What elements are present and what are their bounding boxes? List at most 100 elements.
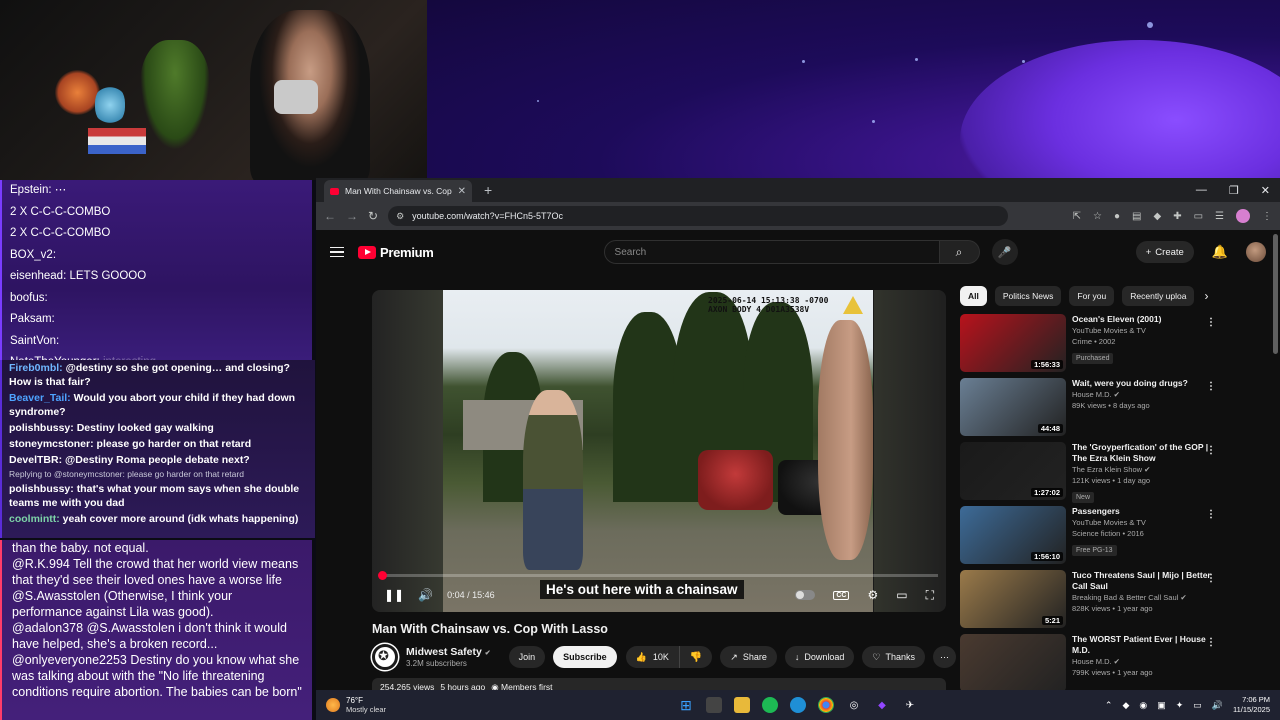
recommendation-item[interactable]: 1:27:02 The 'Groyperfication' of the GOP … [960, 442, 1220, 503]
close-window-icon[interactable]: ✕ [1261, 184, 1270, 197]
join-button[interactable]: Join [508, 646, 546, 668]
close-tab-icon[interactable]: ✕ [458, 186, 466, 197]
captions-icon[interactable]: CC [833, 590, 850, 600]
back-icon[interactable]: ← [324, 209, 336, 223]
network-icon[interactable]: ▭ [1193, 700, 1202, 711]
clock[interactable]: 7:06 PM 11/15/2025 [1233, 695, 1270, 715]
maximize-icon[interactable]: ❐ [1229, 184, 1239, 197]
obs-icon[interactable]: ◎ [846, 697, 862, 713]
site-info-icon[interactable]: ⚙ [396, 211, 404, 222]
more-options-icon[interactable]: ⋮ [1206, 381, 1216, 392]
video-thumbnail[interactable]: 1:56:33 [960, 314, 1066, 372]
more-options-icon[interactable]: ⋮ [1206, 445, 1216, 456]
minimize-icon[interactable]: — [1196, 184, 1207, 197]
reading-list-icon[interactable]: ☰ [1215, 211, 1224, 222]
tray-app-icon[interactable]: ▣ [1157, 700, 1166, 711]
tray-app-icon[interactable]: ◉ [1139, 700, 1147, 711]
chevron-right-icon[interactable]: › [1204, 289, 1208, 303]
file-explorer-icon[interactable] [734, 697, 750, 713]
bookmark-star-icon[interactable]: ☆ [1093, 211, 1102, 222]
duration-badge: 1:56:33 [1031, 360, 1063, 369]
url-text: youtube.com/watch?v=FHCn5-5T7Oc [412, 211, 563, 221]
chip-for-you[interactable]: For you [1069, 286, 1115, 306]
create-button[interactable]: + Create [1135, 241, 1194, 263]
search-input[interactable] [614, 246, 939, 258]
extension-icon[interactable]: ◆ [1153, 211, 1161, 222]
notifications-bell-icon[interactable]: 🔔 [1212, 244, 1228, 260]
thanks-button[interactable]: ♡ Thanks [862, 646, 925, 668]
menu-icon[interactable]: ⋮ [1262, 211, 1272, 222]
theater-mode-icon[interactable]: ▭ [896, 588, 907, 602]
progress-bar[interactable] [378, 571, 938, 580]
video-thumbnail[interactable]: 44:48 [960, 378, 1066, 436]
twitch-icon[interactable]: ◆ [874, 697, 890, 713]
pause-icon[interactable]: ❚❚ [384, 588, 404, 602]
video-thumbnail[interactable] [960, 634, 1066, 690]
more-options-icon[interactable]: ⋮ [1206, 637, 1216, 648]
edge-icon[interactable] [790, 697, 806, 713]
voice-search-icon[interactable]: 🎤 [991, 239, 1018, 265]
forward-icon[interactable]: → [346, 209, 358, 223]
subscribe-button[interactable]: Subscribe [553, 646, 617, 668]
recommendation-title[interactable]: The WORST Patient Ever | House M.D. [1072, 634, 1220, 656]
dislike-button[interactable]: 👎 [680, 646, 712, 668]
profile-avatar-icon[interactable] [1236, 209, 1250, 223]
volume-tray-icon[interactable]: 🔊 [1212, 700, 1223, 711]
more-options-icon[interactable]: ⋮ [1206, 509, 1216, 520]
reload-icon[interactable]: ↻ [368, 209, 378, 223]
recommendation-title[interactable]: Tuco Threatens Saul | Mijo | Better Call… [1072, 570, 1220, 592]
tray-app-icon[interactable]: ✦ [1176, 700, 1184, 711]
recommendation-title[interactable]: Ocean's Eleven (2001) [1072, 314, 1220, 325]
puzzle-icon[interactable]: ✚ [1173, 211, 1181, 222]
tray-app-icon[interactable]: ◆ [1122, 700, 1129, 711]
description-box[interactable]: 254,265 views 5 hours ago ◉ Members firs… [372, 678, 946, 690]
like-button[interactable]: 👍 10K [626, 646, 680, 668]
youtube-logo[interactable]: Premium [358, 245, 434, 260]
autoplay-toggle[interactable] [795, 590, 816, 600]
recommendation-item[interactable]: 5:21 Tuco Threatens Saul | Mijo | Better … [960, 570, 1220, 628]
show-hidden-icons[interactable]: ⌃ [1105, 700, 1113, 711]
video-thumbnail[interactable]: 1:27:02 [960, 442, 1066, 500]
chat-username: SaintVon: [10, 334, 60, 347]
chrome-icon[interactable] [818, 697, 834, 713]
new-tab-icon[interactable]: + [484, 182, 492, 198]
recommendation-item[interactable]: 44:48 Wait, were you doing drugs? House M.… [960, 378, 1220, 436]
install-icon[interactable]: ⇱ [1073, 211, 1081, 222]
recommendation-title[interactable]: Wait, were you doing drugs? [1072, 378, 1220, 389]
chip-politics-news[interactable]: Politics News [994, 286, 1062, 306]
video-thumbnail[interactable]: 1:56:10 [960, 506, 1066, 564]
extension-icon[interactable]: ▤ [1132, 211, 1141, 222]
chip-all[interactable]: All [960, 286, 987, 306]
extension-icon[interactable]: ● [1114, 211, 1120, 222]
browser-tab[interactable]: Man With Chainsaw vs. Cop ✕ [324, 180, 472, 202]
recommendation-title[interactable]: Passengers [1072, 506, 1220, 517]
share-button[interactable]: ↗ Share [720, 646, 777, 668]
volume-icon[interactable]: 🔊 [418, 588, 433, 602]
video-player[interactable]: 2025-06-14 15:13:38 -0700 AXON BODY 4 D0… [372, 290, 946, 612]
account-avatar[interactable] [1246, 242, 1266, 262]
media-icon[interactable]: ▭ [1194, 211, 1203, 222]
windows-start-icon[interactable]: ⊞ [678, 697, 694, 713]
hamburger-menu-icon[interactable] [330, 246, 344, 258]
weather-widget[interactable]: 76°F Mostly clear [326, 696, 386, 714]
channel-name[interactable]: Midwest Safety ✔ [406, 646, 491, 658]
fullscreen-icon[interactable]: ⛶ [926, 588, 934, 603]
omnibox[interactable]: ⚙ youtube.com/watch?v=FHCn5-5T7Oc [388, 206, 1009, 226]
search-icon[interactable]: ⌕ [939, 240, 980, 264]
more-options-icon[interactable]: ⋮ [1206, 573, 1216, 584]
scrollbar[interactable] [1273, 234, 1278, 354]
recommendation-item[interactable]: The WORST Patient Ever | House M.D. House… [960, 634, 1220, 690]
channel-avatar[interactable] [372, 644, 398, 670]
download-button[interactable]: ↓ Download [784, 646, 855, 668]
more-options-icon[interactable]: ⋮ [1206, 317, 1216, 328]
recommendation-item[interactable]: 1:56:10 Passengers YouTube Movies & TV Scie… [960, 506, 1220, 564]
settings-gear-icon[interactable]: ⚙ [867, 588, 878, 602]
video-thumbnail[interactable]: 5:21 [960, 570, 1066, 628]
task-view-icon[interactable] [706, 697, 722, 713]
recommendation-title[interactable]: The 'Groyperfication' of the GOP | The E… [1072, 442, 1220, 464]
spotify-icon[interactable] [762, 697, 778, 713]
more-actions-icon[interactable]: ⋯ [933, 646, 956, 668]
chip-recently-uploaded[interactable]: Recently uploa [1122, 286, 1195, 306]
recommendation-item[interactable]: 1:56:33 Ocean's Eleven (2001) YouTube Movi… [960, 314, 1220, 372]
steam-icon[interactable]: ✈ [902, 697, 918, 713]
